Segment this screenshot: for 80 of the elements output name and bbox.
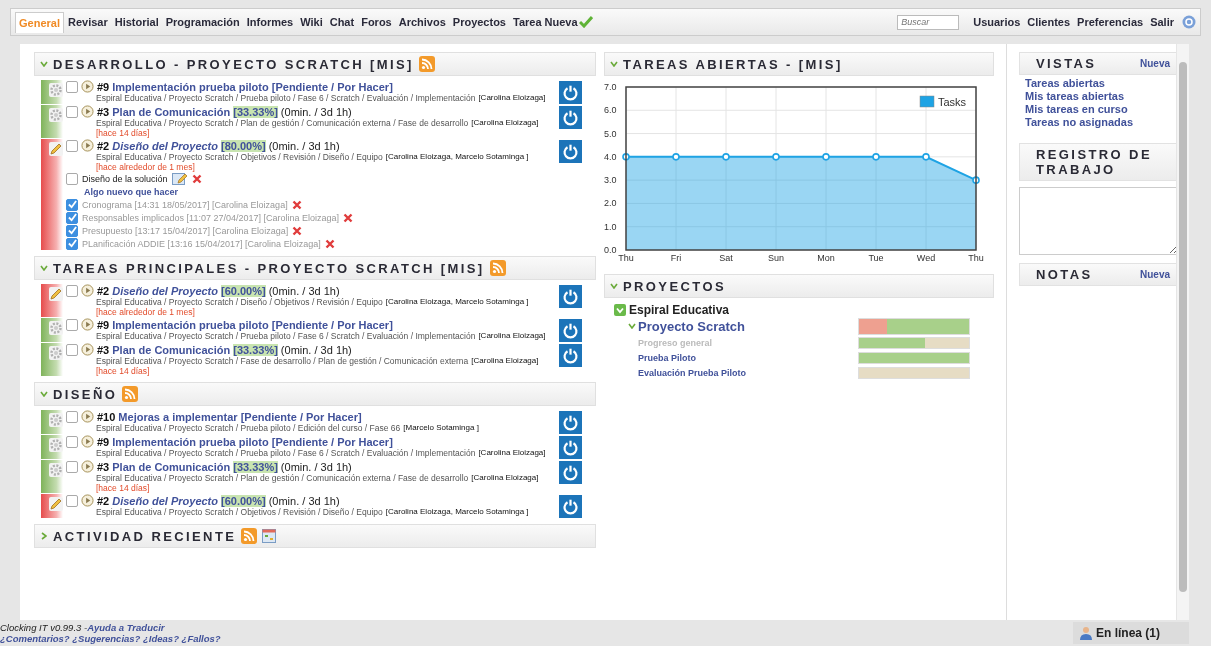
y-tick-label: 3.0 (604, 175, 617, 186)
task-number: #2 (97, 284, 110, 297)
task-path: Espiral Educativa / Proyecto Scratch / Prueba piloto / Fase 6 / Scratch / Evaluación / Implementación (96, 331, 476, 341)
client-name: Espiral Educativa (629, 303, 730, 317)
legend-label: Tasks (938, 96, 967, 108)
age-text: [hace 14 días] (96, 366, 150, 376)
time-text: (0min. / 3d 1h) (280, 105, 352, 118)
age-text: [hace alrededor de 1 mes] (96, 307, 195, 317)
version-text: Clocking IT v0.99.3 - (0, 622, 88, 633)
task-number: #9 (97, 435, 110, 448)
task-path: Espiral Educativa / Proyecto Scratch / Prueba piloto / Edición del curso / Fase 66 (96, 423, 401, 433)
task-path: Espiral Educativa / Proyecto Scratch / Plan de gestión / Comunicación externa / Fase de desarrollo (96, 473, 469, 483)
assignee-text: [Carolina Eloizaga, Marcelo Sotaminga ] (385, 507, 529, 517)
task-path: Espiral Educativa / Proyecto Scratch / Prueba piloto / Fase 6 / Scratch / Evaluación / Implementación (96, 93, 476, 103)
y-tick-label: 1.0 (604, 221, 617, 232)
progress-text: [33.33%] (233, 343, 278, 356)
assignee-text: [Carolina Eloizaga] (471, 118, 539, 128)
task-path: Espiral Educativa / Proyecto Scratch / Prueba piloto / Fase 6 / Scratch / Evaluación / Implementación (96, 448, 476, 458)
assignee-text: [Carolina Eloizaga] (478, 93, 546, 103)
progress-text: [80.00%] (221, 139, 266, 152)
task-number: #3 (97, 105, 110, 118)
panel-title: VISTAS (1036, 56, 1097, 71)
y-tick-label: 2.0 (604, 198, 617, 209)
assignee-text: [Carolina Eloizaga] (471, 356, 539, 366)
task-number: #2 (97, 494, 110, 507)
task-number: #10 (97, 410, 116, 423)
x-tick-label: Sun (768, 253, 784, 263)
assignee-text: [Carolina Eloizaga] (478, 448, 546, 458)
task-number: #9 (97, 318, 110, 331)
x-tick-label: Wed (916, 253, 936, 263)
section-title: DISEÑO (53, 386, 118, 402)
task-path: Espiral Educativa / Proyecto Scratch / Objetivos / Revisión / Diseño / Equipo (96, 507, 383, 517)
progress-text: [60.00%] (221, 284, 266, 297)
section-title: TAREAS PRINCIPALES - PROYECTO SCRATCH [MIS] (53, 260, 485, 276)
task-number: #9 (97, 80, 110, 93)
assignee-text: [Carolina Eloizaga, Marcelo Sotaminga ] (385, 297, 529, 307)
assignee-text: [Carolina Eloizaga] (471, 473, 539, 483)
panel-title: NOTAS (1036, 267, 1093, 282)
panel-title: REGISTRO DE TRABAJO (1036, 147, 1153, 177)
todo-text: Diseño de la solución (82, 173, 168, 184)
age-text: [hace alrededor de 1 mes] (96, 162, 195, 172)
time-text: (0min. / 3d 1h) (268, 284, 340, 297)
section-title: ACTIVIDAD RECIENTE (53, 528, 237, 544)
time-text: (0min. / 3d 1h) (268, 139, 340, 152)
task-path: Espiral Educativa / Proyecto Scratch / Fase de desarrollo / Plan de gestión / Comunicación externa (96, 356, 469, 366)
assignee-text: [Carolina Eloizaga] (478, 331, 546, 341)
task-number: #3 (97, 343, 110, 356)
x-tick-label: Mon (817, 253, 835, 263)
x-tick-label: Thu (968, 253, 984, 263)
todo-text: PLanificación ADDIE [13:16 15/04/2017] [Carolina Eloizaga] (82, 238, 321, 249)
time-text: (0min. / 3d 1h) (268, 494, 340, 507)
age-text: [hace 14 días] (96, 128, 150, 138)
y-tick-label: 5.0 (604, 128, 617, 139)
assignee-text: [Marcelo Sotaminga ] (403, 423, 479, 433)
task-path: Espiral Educativa / Proyecto Scratch / Plan de gestión / Comunicación externa / Fase de desarrollo (96, 118, 469, 128)
task-number: #2 (97, 139, 110, 152)
progress-text: [33.33%] (233, 460, 278, 473)
section-title: TAREAS ABIERTAS - [MIS] (623, 56, 843, 72)
age-text: [hace 14 días] (96, 483, 150, 493)
todo-text: Responsables implicados [11:07 27/04/2017] [Carolina Eloizaga] (82, 212, 339, 223)
assignee-text: [Carolina Eloizaga, Marcelo Sotaminga ] (385, 152, 529, 162)
y-tick-label: 0.0 (604, 245, 617, 255)
section-title: PROYECTOS (623, 278, 726, 294)
time-text: (0min. / 3d 1h) (280, 460, 352, 473)
x-tick-label: Tue (868, 253, 884, 263)
x-tick-label: Fri (670, 253, 682, 263)
x-tick-label: Thu (618, 253, 634, 263)
time-text: (0min. / 3d 1h) (280, 343, 352, 356)
task-path: Espiral Educativa / Proyecto Scratch / Objetivos / Revisión / Diseño / Equipo (96, 152, 383, 162)
todo-text: Presupuesto [13:17 15/04/2017] [Carolina Eloizaga] (82, 225, 289, 236)
progress-text: [60.00%] (221, 494, 266, 507)
progress-text: [33.33%] (233, 105, 278, 118)
task-number: #3 (97, 460, 110, 473)
y-tick-label: 4.0 (604, 151, 617, 162)
x-tick-label: Sat (719, 253, 733, 263)
task-path: Espiral Educativa / Proyecto Scratch / Diseño / Objetivos / Revisión / Equipo (96, 297, 383, 307)
todo-text: Cronograma [14:31 18/05/2017] [Carolina Eloizaga] (82, 199, 288, 210)
y-tick-label: 6.0 (604, 105, 617, 116)
section-title: DESARROLLO - PROYECTO SCRATCH [MIS] (53, 56, 414, 72)
y-tick-label: 7.0 (604, 82, 617, 92)
